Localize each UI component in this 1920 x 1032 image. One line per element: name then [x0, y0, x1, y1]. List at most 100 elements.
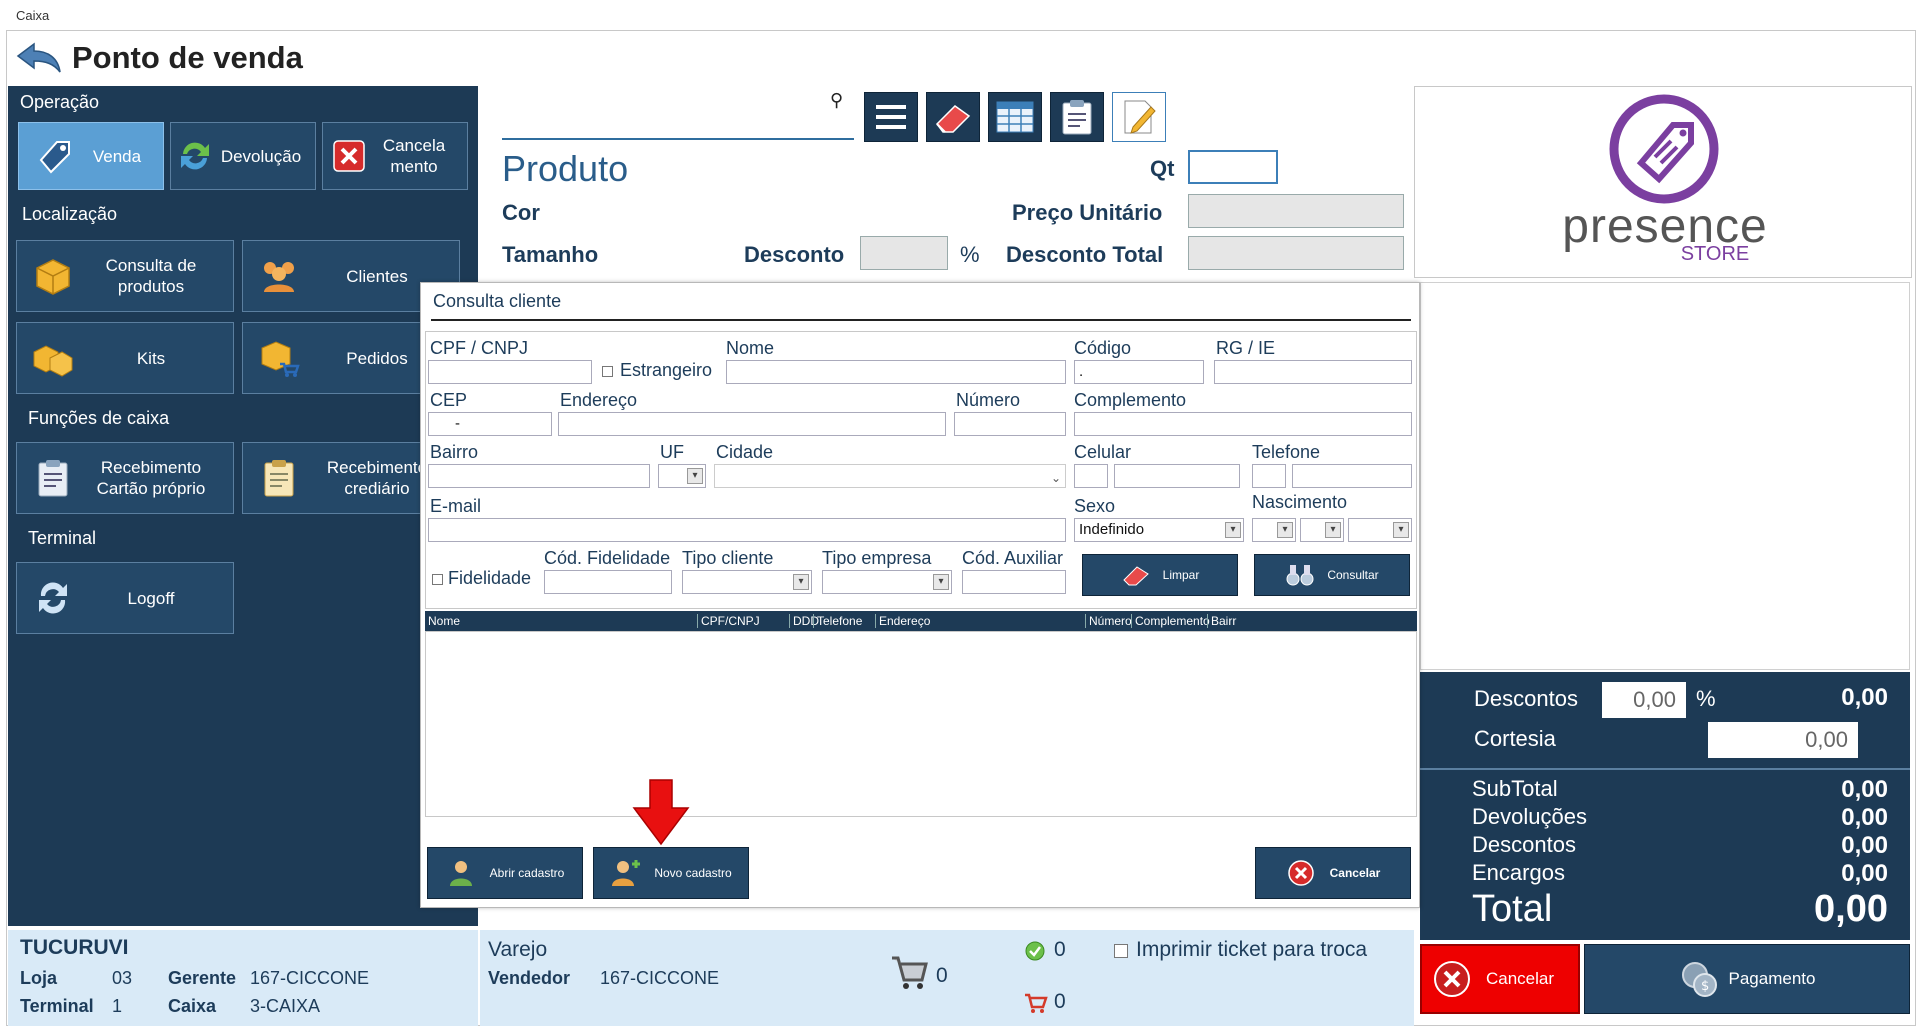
- fidelidade-label: Fidelidade: [448, 568, 532, 588]
- limpar-button[interactable]: Limpar: [1082, 554, 1238, 596]
- back-arrow-icon[interactable]: [14, 38, 64, 78]
- numero-input[interactable]: [954, 412, 1066, 436]
- nome-input[interactable]: [726, 360, 1066, 384]
- edit-button[interactable]: [1112, 92, 1166, 142]
- codigo-input[interactable]: .: [1074, 360, 1204, 384]
- celular-ddd-input[interactable]: [1074, 464, 1108, 488]
- terminal-value: 1: [112, 996, 123, 1016]
- cancelamento-button[interactable]: Cancela mento: [322, 122, 468, 190]
- col-telefone[interactable]: Telefone: [813, 614, 862, 628]
- cep-input[interactable]: -: [428, 412, 552, 436]
- tipo-empresa-label: Tipo empresa: [822, 548, 932, 568]
- clipboard-button[interactable]: [1050, 92, 1104, 142]
- dialog-title: Consulta cliente: [433, 291, 562, 311]
- tipo-cliente-label: Tipo cliente: [682, 548, 774, 568]
- codigo-label: Código: [1074, 338, 1132, 358]
- cpf-input[interactable]: [428, 360, 592, 384]
- consulta-produtos-button[interactable]: Consulta de produtos: [16, 240, 234, 312]
- descontos-value: 0,00: [1841, 684, 1888, 711]
- left-panel: Operação Venda Devolução Cancela mento L…: [8, 86, 478, 926]
- consultar-button[interactable]: Consultar: [1254, 554, 1410, 596]
- tipo-cliente-select[interactable]: ▾: [682, 570, 812, 594]
- ticket-checkbox[interactable]: [1114, 944, 1128, 958]
- logoff-button[interactable]: Logoff: [16, 562, 234, 634]
- dialog-title-divider: [431, 319, 1411, 321]
- ok-count: 0: [1054, 938, 1066, 961]
- cod-fidelidade-input[interactable]: [544, 570, 672, 594]
- telefone-input[interactable]: [1292, 464, 1412, 488]
- pencil-document-icon: [1124, 100, 1156, 134]
- results-table-header: Nome CPF/CNPJ DDD Telefone Endereço Núme…: [425, 611, 1417, 631]
- abrir-cadastro-button[interactable]: Abrir cadastro: [427, 847, 583, 899]
- devolucao-button[interactable]: Devolução: [170, 122, 316, 190]
- tamanho-label: Tamanho: [502, 242, 599, 267]
- menu-button[interactable]: [864, 92, 918, 142]
- section-operacao: Operação: [20, 92, 100, 112]
- total-value: 0,00: [1814, 888, 1888, 930]
- col-cpf[interactable]: CPF/CNPJ: [697, 614, 760, 628]
- coins-icon: $: [1681, 962, 1717, 997]
- section-localizacao: Localização: [22, 204, 118, 224]
- chevron-down-icon: ▾: [793, 574, 809, 590]
- results-table-body[interactable]: [425, 631, 1417, 817]
- endereco-input[interactable]: [558, 412, 946, 436]
- desconto-total-label: Desconto Total: [1006, 242, 1164, 267]
- cart-count: 0: [936, 964, 948, 987]
- qt-input[interactable]: [1188, 150, 1278, 184]
- telefone-ddd-input[interactable]: [1252, 464, 1286, 488]
- binoculars-icon: [1286, 565, 1314, 586]
- endereco-label: Endereço: [560, 390, 638, 410]
- logo-store-text: STORE: [1680, 243, 1750, 265]
- estrangeiro-label: Estrangeiro: [620, 360, 713, 380]
- nascimento-dia-select[interactable]: ▾: [1252, 518, 1296, 542]
- col-nome[interactable]: Nome: [425, 614, 460, 628]
- product-search-input[interactable]: [502, 90, 854, 140]
- check-circle-icon: [1025, 941, 1045, 961]
- descontos-label: Descontos: [1474, 686, 1578, 711]
- nascimento-mes-select[interactable]: ▾: [1300, 518, 1344, 542]
- bairro-input[interactable]: [428, 464, 650, 488]
- recebimento-cartao-button[interactable]: Recebimento Cartão próprio: [16, 442, 234, 514]
- encargos-value: 0,00: [1841, 860, 1888, 887]
- desconto-input[interactable]: [860, 236, 948, 270]
- cancelar-dialog-button[interactable]: Cancelar: [1255, 847, 1411, 899]
- nascimento-ano-select[interactable]: ▾: [1348, 518, 1412, 542]
- kits-button[interactable]: Kits: [16, 322, 234, 394]
- grid-button[interactable]: [988, 92, 1042, 142]
- pagamento-button[interactable]: $ Pagamento: [1584, 944, 1910, 1014]
- numero-label: Número: [956, 390, 1021, 410]
- search-icon[interactable]: ⚲: [830, 90, 843, 111]
- sexo-select[interactable]: Indefinido ▾: [1074, 518, 1244, 542]
- ticket-label: Imprimir ticket para troca: [1136, 938, 1368, 961]
- chevron-down-icon: ▾: [687, 468, 703, 484]
- cod-fidelidade-label: Cód. Fidelidade: [544, 548, 671, 568]
- descontos-percent-input[interactable]: 0,00: [1602, 682, 1686, 718]
- preco-unitario-field: [1188, 194, 1404, 228]
- estrangeiro-checkbox[interactable]: [602, 366, 613, 377]
- qt-label: Qt: [1150, 156, 1175, 181]
- col-complemento[interactable]: Complemento: [1131, 614, 1210, 628]
- eraser-button[interactable]: [926, 92, 980, 142]
- telefone-label: Telefone: [1252, 442, 1321, 462]
- tipo-empresa-select[interactable]: ▾: [822, 570, 952, 594]
- cod-auxiliar-input[interactable]: [962, 570, 1066, 594]
- email-input[interactable]: [428, 518, 1066, 542]
- cancelar-venda-button[interactable]: Cancelar: [1420, 944, 1580, 1014]
- cancel-circle-icon: [1287, 860, 1314, 886]
- cortesia-input[interactable]: 0,00: [1708, 722, 1858, 758]
- uf-select[interactable]: ▾: [658, 464, 706, 488]
- rg-input[interactable]: [1214, 360, 1412, 384]
- celular-input[interactable]: [1114, 464, 1240, 488]
- col-bairro[interactable]: Bairr: [1207, 614, 1236, 628]
- complemento-input[interactable]: [1074, 412, 1412, 436]
- chevron-down-icon: ▾: [933, 574, 949, 590]
- total-label: Total: [1472, 888, 1553, 930]
- col-numero[interactable]: Número: [1085, 614, 1132, 628]
- fidelidade-checkbox[interactable]: [432, 574, 443, 585]
- col-endereco[interactable]: Endereço: [875, 614, 930, 628]
- venda-button[interactable]: Venda: [18, 122, 164, 190]
- novo-cadastro-button[interactable]: Novo cadastro: [593, 847, 749, 899]
- brand-logo: presence STORE: [1414, 86, 1912, 278]
- email-label: E-mail: [430, 496, 482, 516]
- cidade-select[interactable]: ⌄: [714, 464, 1066, 488]
